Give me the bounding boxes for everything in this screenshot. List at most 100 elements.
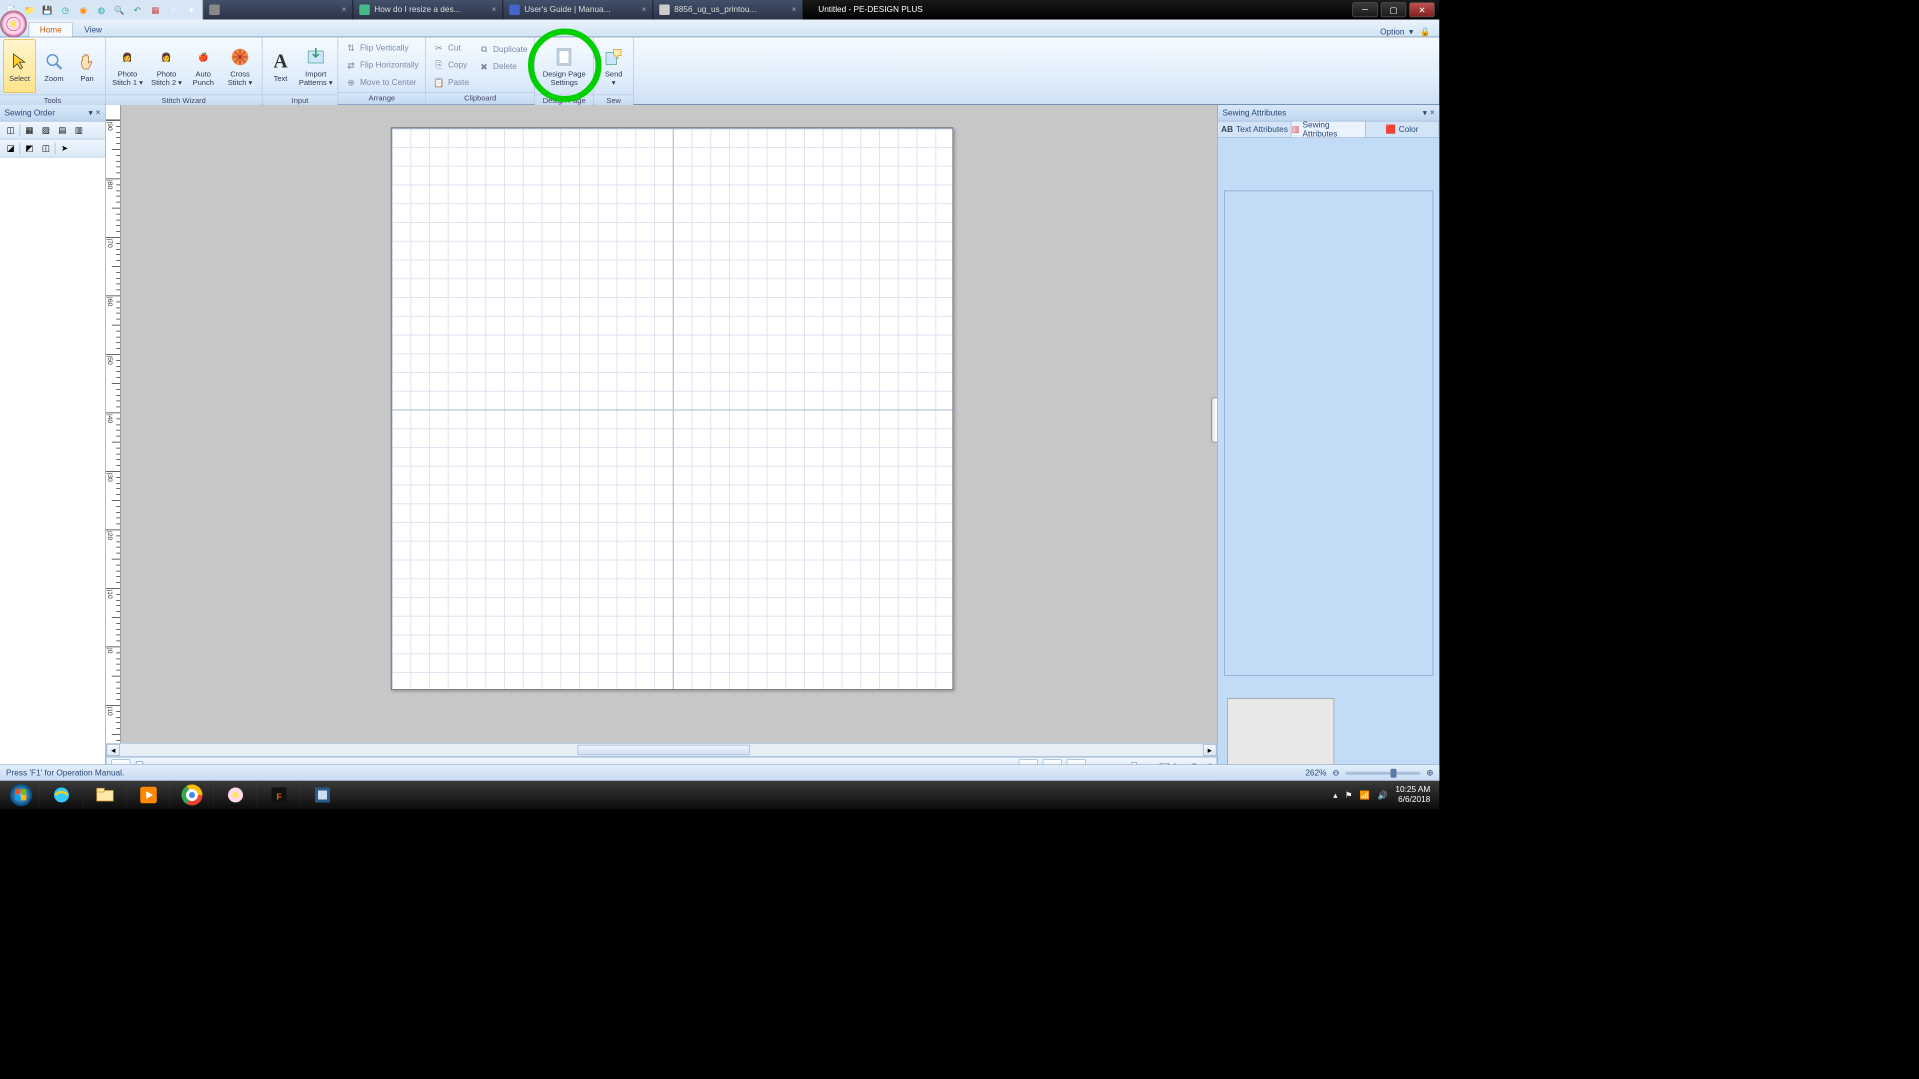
flip-vertically-button[interactable]: ⇅Flip Vertically — [341, 39, 422, 56]
taskbar-app-icon[interactable] — [300, 782, 344, 809]
panel-menu-icon[interactable]: ▾ — [89, 108, 93, 118]
cut-button[interactable]: ✂Cut — [429, 39, 473, 56]
browser-tab[interactable]: × — [203, 0, 353, 20]
app-menu-button[interactable] — [0, 11, 27, 38]
ruler-corner — [106, 105, 121, 120]
sewing-order-list[interactable] — [0, 158, 105, 781]
select-button[interactable]: Select — [3, 39, 36, 93]
cursor-icon[interactable]: ➤ — [57, 141, 72, 156]
taskbar-media-icon[interactable] — [126, 782, 170, 809]
qat-tool-icon[interactable]: ▦ — [147, 2, 164, 19]
zoom-in-icon[interactable]: ⊕ — [1426, 768, 1433, 778]
qat-zoom-icon[interactable]: 🔍 — [111, 2, 128, 19]
btn-label: Select — [9, 75, 30, 83]
toolbar-icon[interactable]: ◪ — [3, 141, 18, 156]
scroll-left-icon[interactable]: ◂ — [107, 744, 121, 756]
taskbar-ie-icon[interactable] — [39, 782, 83, 809]
qat-undo-icon[interactable]: ↶ — [129, 2, 146, 19]
tray-network-icon[interactable]: 📶 — [1360, 790, 1370, 800]
import-patterns-button[interactable]: Import Patterns ▾ — [297, 39, 335, 93]
btn-label: Auto Punch — [193, 71, 214, 88]
flip-horizontally-button[interactable]: ⇄Flip Horizontally — [341, 57, 422, 74]
tray-flag-icon[interactable]: ⚑ — [1345, 790, 1352, 800]
btn-label: Duplicate — [493, 45, 527, 54]
toolbar-icon[interactable]: ▤ — [55, 123, 70, 138]
qat-save-icon[interactable]: 💾 — [39, 2, 56, 19]
toolbar-icon[interactable]: ◫ — [3, 123, 18, 138]
horizontal-scroll-thumb[interactable] — [578, 745, 751, 756]
copy-button[interactable]: ⎘Copy — [429, 57, 473, 74]
taskbar-app-icon[interactable]: F — [257, 782, 301, 809]
panel-close-icon[interactable]: × — [96, 108, 101, 118]
zoom-thumb[interactable] — [1390, 768, 1396, 777]
toolbar-icon[interactable]: ▦ — [22, 123, 37, 138]
close-icon[interactable]: × — [342, 5, 347, 14]
toolbar-icon[interactable]: ◩ — [22, 141, 37, 156]
qat-tool-icon[interactable]: ◍ — [93, 2, 110, 19]
close-button[interactable]: ✕ — [1409, 2, 1435, 17]
panel-close-icon[interactable]: × — [1430, 108, 1435, 118]
svg-text:F: F — [276, 793, 281, 802]
close-icon[interactable]: × — [792, 5, 797, 14]
design-page[interactable] — [391, 128, 954, 691]
tray-up-icon[interactable]: ▴ — [1333, 790, 1337, 800]
zoom-button[interactable]: Zoom — [38, 39, 71, 93]
zoom-slider[interactable] — [1345, 771, 1420, 774]
scroll-right-icon[interactable]: ▸ — [1203, 744, 1217, 756]
move-to-center-button[interactable]: ⊕Move to Center — [341, 74, 422, 91]
browser-tab[interactable]: How do I resize a des...× — [353, 0, 503, 20]
title-bar: 📄 📁 💾 ◷ ◉ ◍ 🔍 ↶ ▦ ▫ ▾ × How do I resize … — [0, 0, 1439, 20]
design-page-settings-button[interactable]: Design Page Settings — [538, 39, 591, 93]
sewing-attributes-panel: Sewing Attributes ▾× ABText Attributes ▥… — [1217, 105, 1439, 781]
panel-menu-icon[interactable]: ▾ — [1423, 108, 1427, 118]
duplicate-button[interactable]: ⧉Duplicate — [474, 41, 531, 58]
browser-tab[interactable]: 8856_ug_us_printou...× — [653, 0, 803, 20]
delete-icon: ✖ — [478, 60, 490, 72]
qat-tool-icon[interactable]: ◷ — [57, 2, 74, 19]
tray-volume-icon[interactable]: 🔊 — [1378, 790, 1388, 800]
cursor-icon — [8, 49, 32, 73]
browser-tab[interactable]: User's Guide | Manua...× — [503, 0, 653, 20]
taskbar-explorer-icon[interactable] — [83, 782, 127, 809]
attributes-body — [1218, 138, 1439, 781]
toolbar-icon[interactable]: ▨ — [38, 123, 53, 138]
horizontal-scrollbar[interactable]: ◂ ▸ — [106, 743, 1218, 757]
taskbar-pe-design-icon[interactable] — [213, 782, 257, 809]
pan-button[interactable]: Pan — [72, 39, 102, 93]
close-icon[interactable]: × — [642, 5, 647, 14]
panel-title: Sewing Order ▾× — [0, 105, 105, 122]
close-icon[interactable]: × — [492, 5, 497, 14]
qat-tool-icon[interactable]: ▫ — [165, 2, 182, 19]
delete-button[interactable]: ✖Delete — [474, 58, 531, 75]
center-icon: ⊕ — [345, 76, 357, 88]
minimize-button[interactable]: ─ — [1352, 2, 1378, 17]
qat-dropdown-icon[interactable]: ▾ — [183, 2, 200, 19]
taskbar-chrome-icon[interactable] — [170, 782, 214, 809]
auto-punch-button[interactable]: 🍎Auto Punch — [187, 39, 220, 93]
toolbar-icon[interactable]: ▥ — [71, 123, 86, 138]
photo-stitch-1-button[interactable]: 👩Photo Stitch 1 ▾ — [109, 39, 147, 93]
tab-text-attributes[interactable]: ABText Attributes — [1218, 122, 1292, 138]
toolbar-icon[interactable]: ◫ — [38, 141, 53, 156]
tray-clock[interactable]: 10:25 AM 6/6/2018 — [1395, 785, 1430, 805]
vertical-scroll-thumb[interactable] — [1211, 398, 1217, 443]
maximize-button[interactable]: ▢ — [1381, 2, 1407, 17]
tab-sewing-attributes[interactable]: ▥Sewing Attributes — [1292, 122, 1366, 138]
start-button[interactable] — [3, 782, 39, 809]
page-icon — [552, 45, 576, 69]
tab-color[interactable]: 🟥Color — [1365, 122, 1439, 138]
group-stitch-wizard: 👩Photo Stitch 1 ▾ 👩Photo Stitch 2 ▾ 🍎Aut… — [106, 38, 263, 105]
text-button[interactable]: AText — [266, 39, 296, 93]
zoom-out-icon[interactable]: ⊖ — [1332, 768, 1339, 778]
cross-stitch-button[interactable]: Cross Stitch ▾ — [221, 39, 259, 93]
tab-view[interactable]: View — [73, 22, 113, 37]
send-button[interactable]: Send ▾ — [597, 39, 630, 93]
photo-stitch-2-button[interactable]: 👩Photo Stitch 2 ▾ — [148, 39, 186, 93]
canvas[interactable] — [121, 120, 1218, 743]
option-menu[interactable]: Option ▾ 🔒 — [1380, 27, 1430, 37]
qat-tool-icon[interactable]: ◉ — [75, 2, 92, 19]
btn-label: Photo Stitch 2 ▾ — [151, 71, 182, 88]
tab-home[interactable]: Home — [29, 22, 74, 37]
tab-label: Color — [1399, 125, 1419, 134]
paste-button[interactable]: 📋Paste — [429, 74, 473, 91]
